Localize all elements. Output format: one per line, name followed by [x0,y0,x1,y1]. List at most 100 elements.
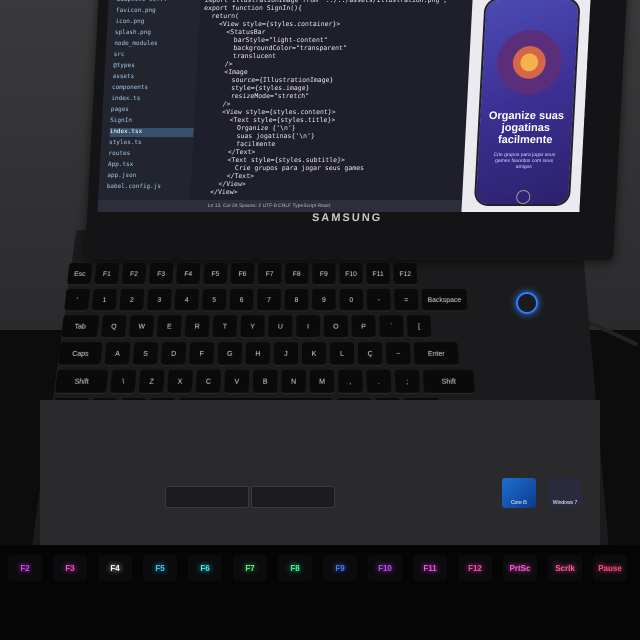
keyboard-key[interactable]: - [367,289,391,312]
keyboard-key[interactable]: ; [395,370,420,394]
keyboard-key[interactable]: 1 [92,289,118,312]
keyboard-key[interactable]: ´ [379,315,403,338]
keyboard-key[interactable]: X [167,370,193,394]
keyboard-key[interactable]: N [281,370,306,394]
keyboard-key[interactable]: = [394,289,418,312]
explorer-item[interactable]: adaptive-ic... [116,0,200,5]
explorer-item[interactable]: index.tsx [109,128,193,137]
keyboard-key[interactable]: W [129,315,155,338]
keyboard-key[interactable]: F5 [203,263,227,285]
keyboard-key[interactable]: B [253,370,278,394]
keyboard-key[interactable]: J [274,342,298,366]
rgb-key[interactable]: F10 [368,555,402,581]
explorer-item[interactable]: favicon.png [116,7,200,16]
keyboard-key[interactable]: Ç [358,342,383,366]
keyboard-key[interactable]: I [296,315,320,338]
keyboard-key[interactable]: F10 [339,263,363,285]
keyboard-key[interactable]: ~ [386,342,411,366]
rgb-key[interactable]: F4 [98,555,132,581]
explorer-item[interactable]: icon.png [115,18,199,27]
keyboard-key[interactable]: F1 [94,263,119,285]
rgb-key[interactable]: F6 [188,555,222,581]
keyboard-key[interactable]: F11 [366,263,390,285]
keyboard-key[interactable]: F7 [258,263,282,285]
keyboard-key[interactable]: F12 [393,263,417,285]
keyboard-key[interactable]: A [104,342,130,366]
explorer-item[interactable]: components [112,84,196,93]
keyboard-key[interactable]: Tab [61,315,99,338]
keyboard-key[interactable]: Shift [423,370,475,394]
explorer-item[interactable]: styles.ts [109,139,193,148]
rgb-key[interactable]: F8 [278,555,312,581]
keyboard-key[interactable]: P [352,315,376,338]
keyboard-key[interactable]: . [366,370,391,394]
keyboard-key[interactable]: 8 [285,289,309,312]
explorer-item[interactable]: src [113,51,197,60]
explorer-item[interactable]: assets [112,73,196,82]
keyboard-key[interactable]: F2 [121,263,146,285]
rgb-key[interactable]: Pause [593,555,627,581]
explorer-item[interactable]: pages [111,106,195,115]
keyboard-key[interactable]: F [189,342,214,366]
keyboard-key[interactable]: 3 [147,289,172,312]
explorer-item[interactable]: @types [113,62,197,71]
keyboard-key[interactable]: ' [64,289,90,312]
keyboard-key[interactable]: C [196,370,221,394]
keyboard-key[interactable]: R [185,315,210,338]
explorer-item[interactable]: App.tsx [108,161,192,170]
rgb-key[interactable]: F9 [323,555,357,581]
keyboard-key[interactable]: G [217,342,242,366]
keyboard-key[interactable]: [ [407,315,432,338]
explorer-item[interactable]: node_modules [114,40,198,49]
explorer-item[interactable]: babel.config.js [106,183,190,192]
keyboard-key[interactable]: 9 [312,289,336,312]
rgb-key[interactable]: F5 [143,555,177,581]
touchpad-right-button[interactable] [251,486,335,508]
explorer-item[interactable]: app.json [107,172,191,181]
keyboard-key[interactable]: S [133,342,159,366]
rgb-key[interactable]: F2 [8,555,42,581]
explorer-item[interactable]: SignIn [110,117,194,126]
keyboard-key[interactable]: U [268,315,292,338]
home-button[interactable] [516,190,531,204]
rgb-key[interactable]: F7 [233,555,267,581]
keyboard-key[interactable]: , [338,370,363,394]
keyboard-key[interactable]: F9 [312,263,335,285]
keyboard-key[interactable]: Y [240,315,264,338]
keyboard-key[interactable]: F4 [176,263,201,285]
rgb-key[interactable]: F3 [53,555,87,581]
keyboard-key[interactable]: Q [101,315,127,338]
keyboard-key[interactable]: 2 [119,289,144,312]
keyboard-key[interactable]: 0 [339,289,363,312]
keyboard-key[interactable]: F6 [230,263,254,285]
keyboard-key[interactable]: H [245,342,270,366]
keyboard-key[interactable]: F8 [285,263,308,285]
keyboard-key[interactable]: 6 [229,289,253,312]
keyboard-key[interactable]: Enter [414,342,459,366]
keyboard-key[interactable]: L [330,342,354,366]
rgb-key[interactable]: F12 [458,555,492,581]
keyboard-key[interactable]: Shift [55,370,108,394]
keyboard-key[interactable]: V [224,370,249,394]
rgb-key[interactable]: F11 [413,555,447,581]
keyboard-key[interactable]: M [310,370,334,394]
touchpad-left-button[interactable] [165,486,249,508]
keyboard-key[interactable]: K [302,342,326,366]
keyboard-key[interactable]: Z [139,370,165,394]
keyboard-key[interactable]: 5 [202,289,227,312]
keyboard-key[interactable]: E [157,315,182,338]
rgb-key[interactable]: PrtSc [503,555,537,581]
rgb-key[interactable]: Scrlk [548,555,582,581]
explorer-item[interactable]: splash.png [115,29,199,38]
keyboard-key[interactable]: 4 [174,289,199,312]
keyboard-key[interactable]: Esc [67,263,93,285]
explorer-item[interactable]: index.ts [111,95,195,104]
keyboard-key[interactable]: Backspace [421,289,467,312]
keyboard-key[interactable]: F3 [149,263,174,285]
keyboard-key[interactable]: \ [110,370,136,394]
keyboard-key[interactable]: Caps [58,342,103,366]
keyboard-key[interactable]: T [212,315,237,338]
keyboard-key[interactable]: D [161,342,187,366]
keyboard-key[interactable]: O [324,315,348,338]
keyboard-key[interactable]: 7 [257,289,281,312]
